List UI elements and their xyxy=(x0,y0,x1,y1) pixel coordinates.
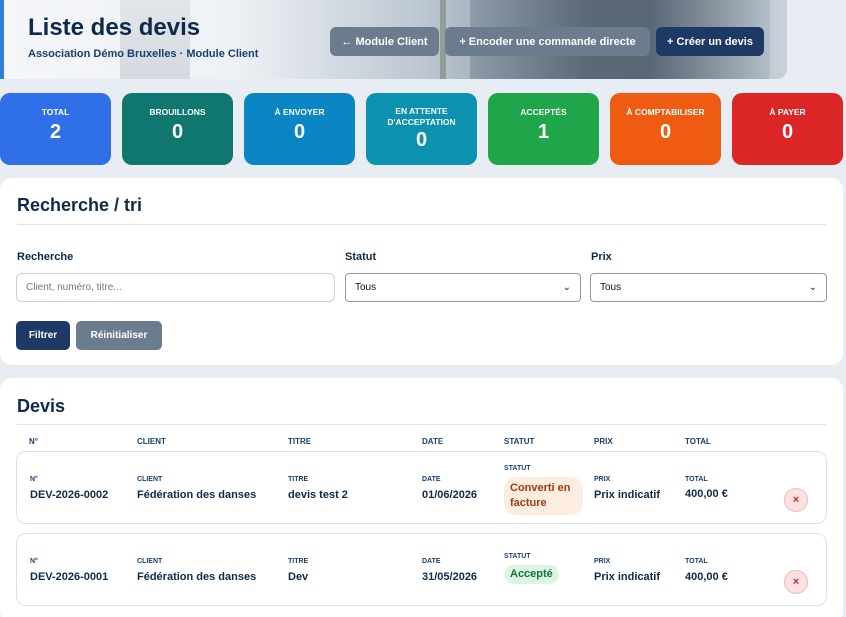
price-select-value: Tous xyxy=(600,282,622,293)
column-header-numero: N° xyxy=(29,437,38,446)
search-label: Recherche xyxy=(17,251,74,263)
cell-key-titre: TITRE xyxy=(288,558,309,565)
search-input[interactable]: Client, numéro, titre... xyxy=(16,273,335,302)
devis-panel-title: Devis xyxy=(17,396,66,416)
cell-key-numero: N° xyxy=(30,558,38,565)
devis-divider xyxy=(17,424,826,425)
status-label: Statut xyxy=(345,251,377,263)
price-label: Prix xyxy=(591,251,612,263)
back-module-client-button[interactable]: ← Module Client xyxy=(330,27,439,56)
cell-titre: devis test 2 xyxy=(288,489,348,501)
encode-direct-order-button[interactable]: + Encoder une commande directe xyxy=(445,27,650,56)
cell-key-statut: STATUT xyxy=(504,553,531,560)
cell-client: Fédération des danses xyxy=(137,571,257,583)
cell-prix: Prix indicatif xyxy=(594,489,661,501)
stat-value: 2 xyxy=(49,121,62,143)
stat-value: 0 xyxy=(415,129,428,151)
cell-client: Fédération des danses xyxy=(137,489,257,501)
stat-label: À ENVOYER xyxy=(274,107,325,117)
cell-numero: DEV-2026-0001 xyxy=(30,571,109,583)
column-header-client: CLIENT xyxy=(137,437,166,446)
stat-value: 1 xyxy=(537,121,550,143)
chevron-down-icon: ⌄ xyxy=(562,282,571,293)
chevron-down-icon: ⌄ xyxy=(808,282,817,293)
stat-label: EN ATTENTE D'ACCEPTATION xyxy=(387,106,456,127)
search-divider xyxy=(17,224,826,225)
status-select-value: Tous xyxy=(355,282,377,293)
devis-row[interactable]: N° DEV-2026-0001 CLIENT Fédération des d… xyxy=(16,533,827,606)
cell-total: 400,00 € xyxy=(685,488,728,500)
stat-card-en-attente[interactable]: EN ATTENTE D'ACCEPTATION 0 xyxy=(366,93,477,165)
price-select[interactable]: Tous ⌄ xyxy=(590,273,827,302)
cell-key-client: CLIENT xyxy=(137,558,163,565)
cell-key-date: DATE xyxy=(422,476,441,483)
cell-key-total: TOTAL xyxy=(685,558,708,565)
stat-card-acceptes[interactable]: ACCEPTÉS 1 xyxy=(488,93,599,165)
stat-card-a-payer[interactable]: À PAYER 0 xyxy=(732,93,843,165)
stat-value: 0 xyxy=(781,121,794,143)
stat-value: 0 xyxy=(171,121,184,143)
devis-row[interactable]: N° DEV-2026-0002 CLIENT Fédération des d… xyxy=(16,451,827,524)
filter-button[interactable]: Filtrer xyxy=(16,321,70,350)
cell-total: 400,00 € xyxy=(685,571,728,583)
stat-card-brouillons[interactable]: BROUILLONS 0 xyxy=(122,93,233,165)
search-panel-title: Recherche / tri xyxy=(17,195,143,215)
page-subtitle: Association Démo Bruxelles · Module Clie… xyxy=(28,48,259,60)
stat-label: BROUILLONS xyxy=(149,107,206,117)
header-accent-bar xyxy=(0,0,4,79)
stat-card-a-comptabiliser[interactable]: À COMPTABILISER 0 xyxy=(610,93,721,165)
cell-date: 01/06/2026 xyxy=(422,489,478,501)
reset-button[interactable]: Réinitialiser xyxy=(76,321,162,350)
cell-key-titre: TITRE xyxy=(288,476,309,483)
stat-label: ACCEPTÉS xyxy=(520,107,567,117)
stat-card-total[interactable]: TOTAL 2 xyxy=(0,93,111,165)
cell-key-numero: N° xyxy=(30,476,38,483)
stat-card-a-envoyer[interactable]: À ENVOYER 0 xyxy=(244,93,355,165)
create-devis-button[interactable]: + Créer un devis xyxy=(656,27,764,56)
page-header: Liste des devis Association Démo Bruxell… xyxy=(0,0,787,79)
cell-key-prix: PRIX xyxy=(594,476,611,483)
page-title: Liste des devis xyxy=(28,14,201,41)
stat-label: À PAYER xyxy=(769,107,806,117)
close-icon: × xyxy=(792,494,800,506)
cell-key-date: DATE xyxy=(422,558,441,565)
cell-key-client: CLIENT xyxy=(137,476,163,483)
status-badge: Accepté xyxy=(504,565,559,584)
stat-value: 0 xyxy=(293,121,306,143)
cell-key-prix: PRIX xyxy=(594,558,611,565)
column-header-titre: TITRE xyxy=(288,437,312,446)
cell-key-statut: STATUT xyxy=(504,465,531,472)
cell-date: 31/05/2026 xyxy=(422,571,478,583)
status-badge: Converti en facture xyxy=(504,477,583,515)
cell-prix: Prix indicatif xyxy=(594,571,661,583)
column-header-date: DATE xyxy=(422,437,444,446)
delete-button[interactable]: × xyxy=(784,570,808,594)
cell-titre: Dev xyxy=(288,571,309,583)
status-select[interactable]: Tous ⌄ xyxy=(345,273,581,302)
close-icon: × xyxy=(792,576,800,588)
column-header-total: TOTAL xyxy=(685,437,711,446)
cell-numero: DEV-2026-0002 xyxy=(30,489,109,501)
stat-value: 0 xyxy=(659,121,672,143)
stat-label: TOTAL xyxy=(41,107,70,117)
delete-button[interactable]: × xyxy=(784,488,808,512)
stat-label: À COMPTABILISER xyxy=(626,107,705,117)
cell-key-total: TOTAL xyxy=(685,476,708,483)
column-header-prix: PRIX xyxy=(594,437,613,446)
column-header-statut: STATUT xyxy=(504,437,535,446)
